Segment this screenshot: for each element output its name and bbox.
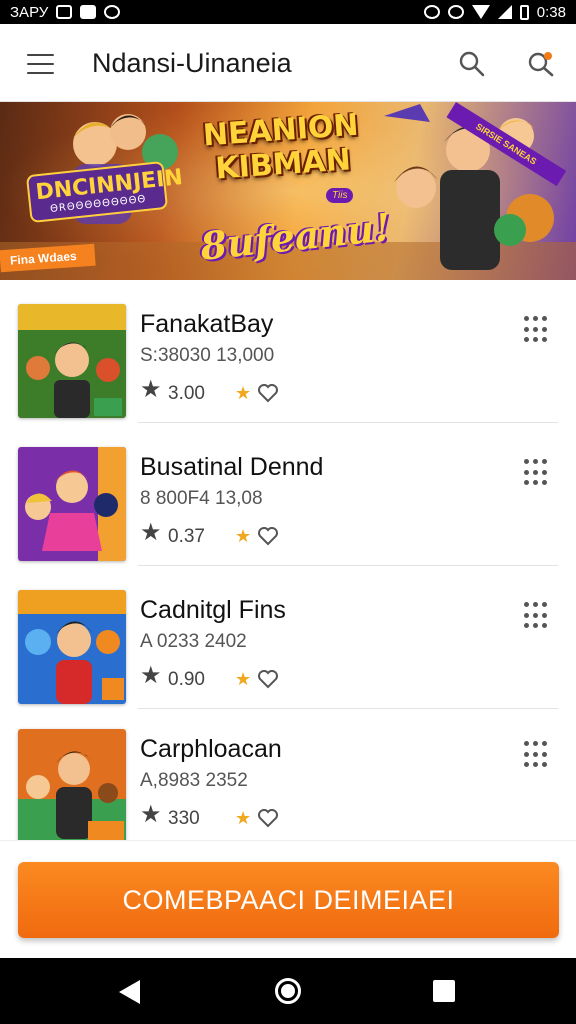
more-options-icon[interactable] xyxy=(524,741,548,769)
game-title: Cadnitgl Fins xyxy=(140,596,286,624)
heart-icon[interactable] xyxy=(257,668,279,690)
wifi-icon xyxy=(471,5,490,19)
notification-icon xyxy=(56,5,73,19)
rating-star-icon: ★ xyxy=(140,662,162,689)
small-star-icon: ★ xyxy=(235,526,252,546)
status-time: 0:38 xyxy=(536,3,566,21)
list-item[interactable]: Cadnitgl Fins A 0233 2402 ★ 0.90 ★ xyxy=(0,566,576,709)
search-filter-icon[interactable] xyxy=(527,50,555,78)
rating-value: 3.00 xyxy=(168,383,205,404)
game-title: FanakatBay xyxy=(140,310,274,338)
rating-star-icon: ★ xyxy=(140,801,162,828)
game-thumbnail xyxy=(18,729,126,840)
heart-icon[interactable] xyxy=(257,525,279,547)
small-star-icon: ★ xyxy=(235,808,252,828)
rating-star-icon: ★ xyxy=(140,519,162,546)
small-star-icon: ★ xyxy=(235,383,252,403)
game-thumbnail xyxy=(18,590,126,704)
game-subtitle: 8 800F4 13,08 xyxy=(140,488,263,509)
app-bar: Ndansi-Uinaneia xyxy=(0,24,576,102)
search-icon[interactable] xyxy=(458,50,486,78)
game-list: FanakatBay S:38030 13,000 ★ 3.00 ★ Busat… xyxy=(0,280,576,840)
rating-value: 0.37 xyxy=(168,526,205,547)
recent-apps-icon[interactable] xyxy=(433,980,455,1002)
rating-value: 330 xyxy=(168,808,200,829)
home-icon[interactable] xyxy=(275,978,301,1004)
game-subtitle: S:38030 13,000 xyxy=(140,345,275,366)
heart-icon[interactable] xyxy=(257,807,279,829)
status-carrier-text: ЗАРУ xyxy=(10,3,49,21)
game-subtitle: A 0233 2402 xyxy=(140,631,247,652)
status-right: 0:38 xyxy=(423,3,566,21)
featured-banner[interactable]: DNCINNJEIN ΘRΘΘΘΘΘΘΘΘΘ Fina Wdaes NEANIO… xyxy=(0,102,576,280)
back-icon[interactable] xyxy=(119,980,140,1004)
more-options-icon[interactable] xyxy=(524,602,548,630)
alarm-icon xyxy=(423,5,440,19)
signal-icon xyxy=(497,5,512,19)
cta-area: COMEBPAACI DEIMEIAEI xyxy=(0,840,576,958)
vibrate-icon xyxy=(447,5,464,19)
rating-value: 0.90 xyxy=(168,669,205,690)
more-options-icon[interactable] xyxy=(524,459,548,487)
game-title: Busatinal Dennd xyxy=(140,453,324,481)
banner-badge: Tiis xyxy=(326,188,354,203)
primary-action-button[interactable]: COMEBPAACI DEIMEIAEI xyxy=(18,862,559,938)
list-item[interactable]: Busatinal Dennd 8 800F4 13,08 ★ 0.37 ★ xyxy=(0,423,576,566)
status-bar: ЗАРУ 0:38 xyxy=(0,0,576,24)
battery-icon xyxy=(519,4,529,20)
list-item[interactable]: Carphloacan A,8983 2352 ★ 330 ★ xyxy=(0,705,576,840)
more-options-icon[interactable] xyxy=(524,316,548,344)
game-subtitle: A,8983 2352 xyxy=(140,770,248,791)
hamburger-menu-icon[interactable] xyxy=(27,54,54,74)
page-title: Ndansi-Uinaneia xyxy=(92,48,292,78)
list-item[interactable]: FanakatBay S:38030 13,000 ★ 3.00 ★ xyxy=(0,280,576,423)
small-star-icon: ★ xyxy=(235,669,252,689)
status-left: ЗАРУ xyxy=(10,3,121,21)
rating-star-icon: ★ xyxy=(140,376,162,403)
app-notification-icon xyxy=(80,5,97,19)
system-nav-bar xyxy=(0,958,576,1024)
heart-icon[interactable] xyxy=(257,382,279,404)
game-thumbnail xyxy=(18,447,126,561)
message-icon xyxy=(104,5,121,19)
banner-title: NEANION KIBMAN xyxy=(201,107,360,187)
game-thumbnail xyxy=(18,304,126,418)
game-title: Carphloacan xyxy=(140,735,282,763)
